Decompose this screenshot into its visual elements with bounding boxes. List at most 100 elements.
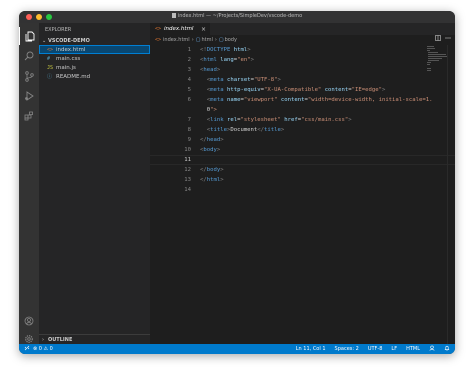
line-number: 4 [187,77,191,83]
breadcrumb-separator: › [191,36,194,43]
line-text: <meta http-equiv="X-UA-Compatible" conte… [206,87,386,93]
vertical-scrollbar[interactable] [447,45,455,344]
file-type-icon: JS [47,64,54,71]
file-item[interactable]: ⓘ README.md [39,72,150,81]
close-tab-icon[interactable]: × [201,26,206,33]
file-type-icon: # [47,55,51,62]
breadcrumb-html[interactable]: html [201,37,212,43]
code-line[interactable]: 5 <meta http-equiv="X-UA-Compatible" con… [150,85,455,95]
code-line[interactable]: 13 </html> [150,175,455,185]
encoding-setting[interactable]: UTF-8 [368,346,383,352]
extensions-icon[interactable] [19,107,39,125]
line-number: 2 [187,57,191,63]
file-type-icon: <> [47,46,54,53]
line-text: <meta name="viewport" content="width=dev… [206,97,433,103]
file-item[interactable]: <> index.html [39,45,150,54]
search-icon[interactable] [19,47,39,65]
line-text: </html> [200,177,224,183]
window-title-container: index.html — ~/Projects/SimpleDev/vscode… [19,13,455,19]
line-number: 7 [187,117,191,123]
line-number: 10 [184,147,191,153]
cursor-position[interactable]: Ln 11, Col 1 [296,346,326,352]
code-line[interactable]: 11 [150,155,455,165]
code-line[interactable]: 2 <html lang="en"> [150,55,455,65]
symbol-icon: ▢ [195,36,201,43]
problems-indicator[interactable]: ⊗ 0 ⚠ 0 [33,346,53,352]
title-bar: index.html — ~/Projects/SimpleDev/vscode… [19,11,455,23]
run-debug-icon[interactable] [19,87,39,105]
code-line[interactable]: 8 <title>Document</title> [150,125,455,135]
code-line[interactable]: 3 <head> [150,65,455,75]
file-name: README.md [56,73,91,80]
indentation-setting[interactable]: Spaces: 2 [335,346,359,352]
file-item[interactable]: # main.css [39,54,150,63]
line-number: 8 [187,127,191,133]
file-type-icon: ⓘ [47,74,53,80]
line-number: 6 [187,97,191,103]
source-control-icon[interactable] [19,67,39,85]
line-text: <head> [200,67,221,73]
line-text: <title>Document</title> [206,127,285,133]
explorer-toolbar [118,37,148,52]
new-folder-icon[interactable] [126,37,132,52]
explorer-sidebar: EXPLORER ⌄ VSCODE-DEMO <> index.html # main… [39,23,150,344]
minimap[interactable] [427,45,447,85]
file-name: index.html [56,46,86,53]
code-line[interactable]: 1 <!DOCTYPE html> [150,45,455,55]
code-line[interactable]: 6 <meta name="viewport" content="width=d… [150,95,455,105]
line-number: 12 [184,167,191,173]
html-file-icon: <> [155,36,162,43]
line-text: 0"> [200,107,217,113]
line-number: 13 [184,177,191,183]
line-text: <!DOCTYPE html> [200,47,251,53]
activity-bar [19,23,39,344]
folder-header[interactable]: ⌄ VSCODE-DEMO [39,36,150,52]
notifications-bell-icon[interactable] [444,345,450,353]
line-number: 3 [187,67,191,73]
line-number: 5 [187,87,191,93]
editor-area: <> index.html × <> index.html › ▢ html ›… [150,23,455,344]
files-icon[interactable] [19,27,40,45]
language-mode[interactable]: HTML [406,346,420,352]
refresh-icon[interactable] [134,37,140,52]
code-line[interactable]: 10 <body> [150,145,455,155]
outline-section-header[interactable]: › OUTLINE [39,334,150,344]
eol-setting[interactable]: LF [391,346,397,352]
code-line[interactable]: 0"> [150,105,455,115]
line-number: 14 [184,187,191,193]
tab-index-html[interactable]: <> index.html × [150,23,210,35]
code-line[interactable]: 4 <meta charset="UTF-8"> [150,75,455,85]
window-title: index.html — ~/Projects/SimpleDev/vscode… [177,13,303,19]
file-item[interactable]: JS main.js [39,63,150,72]
line-number: 11 [184,157,191,163]
line-number: 9 [187,137,191,143]
code-line[interactable]: 7 <link rel="stylesheet" href="css/main.… [150,115,455,125]
account-icon[interactable] [19,312,39,330]
line-text: </head> [200,137,224,143]
vscode-window: index.html — ~/Projects/SimpleDev/vscode… [19,11,455,354]
line-text: <link rel="stylesheet" href="css/main.cs… [206,117,352,123]
outline-label: OUTLINE [48,336,73,343]
line-text: <meta charset="UTF-8"> [206,77,281,83]
tab-bar: <> index.html × [150,23,455,41]
line-text: </body> [200,167,224,173]
breadcrumb-separator: › [214,36,217,43]
line-text: <html lang="en"> [200,57,254,63]
code-editor[interactable]: 1 <!DOCTYPE html> 2 <html lang="en"> 3 <head>… [150,45,455,195]
breadcrumb-file[interactable]: index.html [163,37,190,43]
file-name: main.css [56,55,81,62]
status-bar: ⊗ 0 ⚠ 0 Ln 11, Col 1 Spaces: 2 UTF-8 LF … [19,344,455,354]
explorer-title: EXPLORER [45,27,72,33]
new-file-icon[interactable] [118,37,123,52]
tab-label: index.html [164,26,194,32]
line-text: <body> [200,147,221,153]
code-line[interactable]: 14 [150,185,455,195]
code-line[interactable]: 12 </body> [150,165,455,175]
collapse-all-icon[interactable] [142,37,148,52]
remote-icon[interactable] [24,345,30,353]
breadcrumb-body[interactable]: body [225,37,237,43]
folder-name: VSCODE-DEMO [48,37,90,44]
symbol-icon: ▢ [218,36,224,43]
code-line[interactable]: 9 </head> [150,135,455,145]
feedback-icon[interactable] [429,345,435,353]
